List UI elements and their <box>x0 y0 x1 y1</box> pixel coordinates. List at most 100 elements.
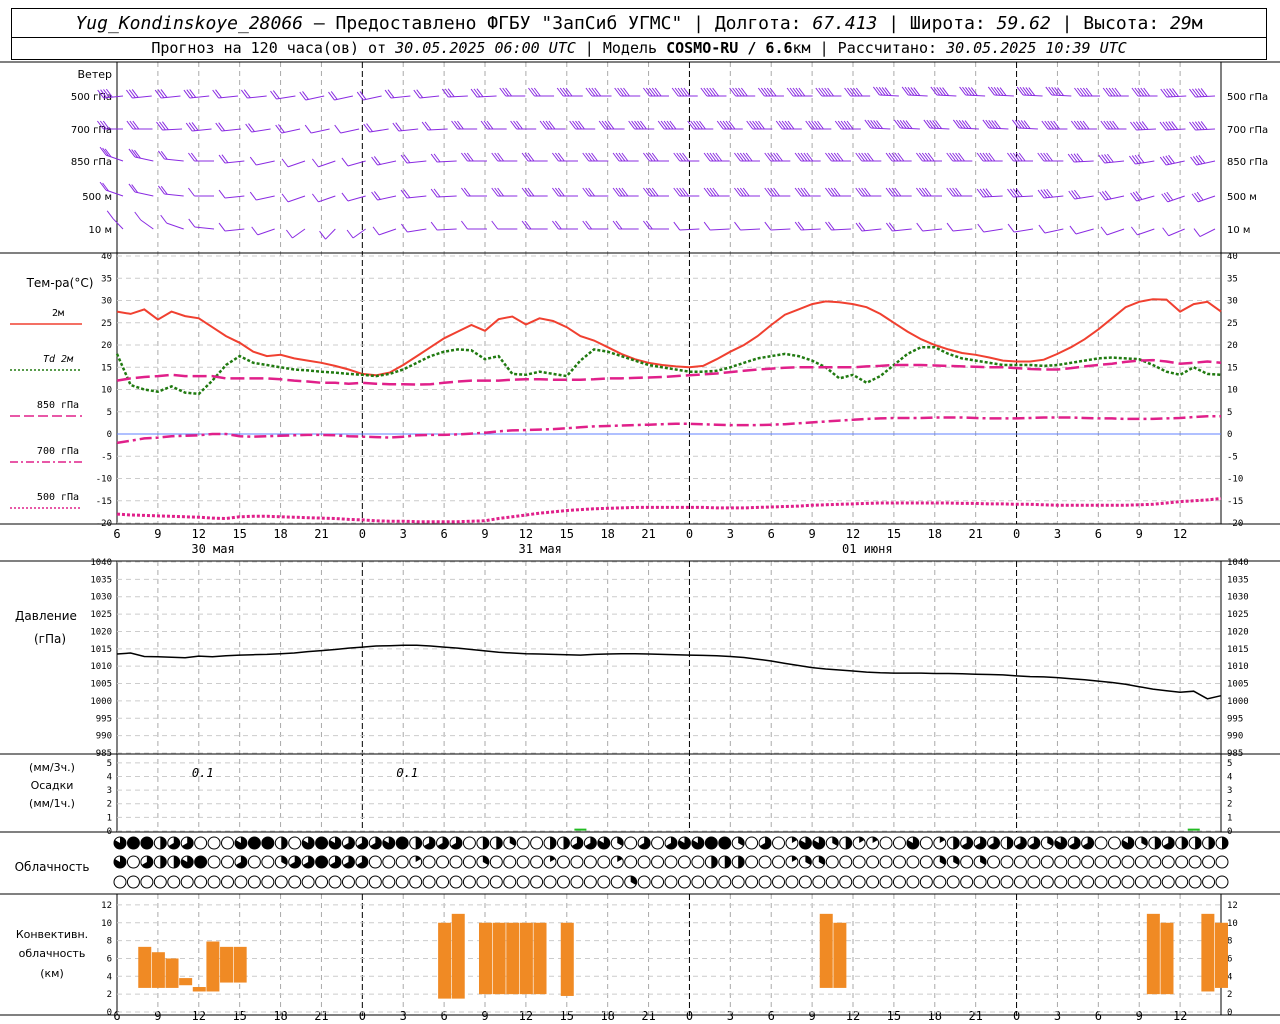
wind-barb-flag <box>186 89 194 99</box>
wind-barb-shaft <box>378 228 397 236</box>
wind-barb-flag <box>615 187 623 197</box>
wind-barb-flag <box>787 120 795 130</box>
wind-barb <box>491 152 518 162</box>
wind-barb-flag <box>281 158 289 168</box>
wind-barb <box>734 187 760 197</box>
wind-barb <box>734 152 760 162</box>
wind-barb-flag <box>935 120 942 129</box>
wind-barb-flag <box>454 120 461 130</box>
wind-barb-flag <box>542 120 550 130</box>
wind-barb-flag <box>1018 152 1026 162</box>
conv-ytick-right: 12 <box>1227 901 1238 911</box>
wind-barb-flag <box>521 152 529 162</box>
wind-barb-flag <box>1132 191 1140 201</box>
wind-barb-flag <box>243 89 251 99</box>
wind-barb-flag <box>249 191 257 201</box>
wind-barb <box>499 87 526 97</box>
conv-bar <box>506 922 520 995</box>
wind-barb-flag <box>134 211 142 221</box>
cloud-circle <box>731 875 745 889</box>
wind-barb-flag <box>682 152 689 162</box>
cloud-cover-icon <box>530 875 544 889</box>
wind-barb-flag <box>1138 121 1146 130</box>
cloud-cover-icon <box>1188 875 1202 889</box>
cloud-circle <box>167 875 181 889</box>
wind-barb <box>156 121 183 131</box>
wind-barb <box>614 87 641 97</box>
cloud-circle <box>395 855 409 869</box>
cloud-circle <box>879 836 893 850</box>
cloud-circle <box>530 875 544 889</box>
cloud-cover-icon <box>772 855 786 869</box>
wind-barb-flag <box>666 120 674 130</box>
cloud-cover-icon <box>355 855 369 869</box>
wind-barb-flag <box>645 187 653 197</box>
cloud-cover-icon <box>691 855 705 869</box>
wind-barb <box>460 220 487 230</box>
cloud-fill-full <box>705 837 718 849</box>
precip-ytick-right: 4 <box>1227 772 1232 782</box>
cloud-cover-icon <box>409 836 423 850</box>
precip-ytick-left: 1 <box>107 813 112 823</box>
cloud-cover-icon <box>1027 836 1041 850</box>
cloud-circle <box>866 875 880 889</box>
cloud-cover-icon <box>301 855 315 869</box>
wind-barb <box>128 183 154 197</box>
wind-barb-flag <box>363 123 371 133</box>
wind-barb-flag <box>794 187 802 197</box>
cloud-cover-icon <box>1000 855 1014 869</box>
wind-barb <box>183 89 210 99</box>
wind-barb-flag <box>942 87 949 96</box>
wind-barb-flag <box>248 123 255 132</box>
wind-barb-flag <box>794 221 802 231</box>
wind-barb-flag <box>557 152 565 162</box>
pressure-ytick-right: 1040 <box>1227 558 1249 568</box>
temp-series-line <box>116 358 1222 386</box>
x-tick-label-top: 12 <box>519 527 533 541</box>
wind-barb-flag <box>1200 88 1208 97</box>
wind-barb-flag <box>905 120 913 129</box>
cloud-circle <box>852 855 866 869</box>
cloud-cover-icon <box>973 855 987 869</box>
wind-barb <box>825 187 851 197</box>
wind-barb-flag <box>510 120 517 130</box>
wind-barb-flag <box>460 220 468 230</box>
wind-barb <box>612 187 639 197</box>
wind-barb <box>281 158 306 168</box>
wind-barb-shaft <box>311 128 330 134</box>
wind-barb-flag <box>987 86 995 96</box>
cloud-cover-icon <box>422 875 436 889</box>
cloud-cover-icon <box>462 875 476 889</box>
cloud-fill-sector <box>1181 837 1188 849</box>
wind-barb-flag <box>463 187 471 197</box>
wind-barb-flag <box>739 152 747 162</box>
wind-barb-shaft <box>347 160 366 167</box>
wind-barb-flag <box>855 87 863 97</box>
wind-barb <box>157 185 184 197</box>
x-tick-label-top: 0 <box>686 527 693 541</box>
cloud-circle <box>772 836 786 850</box>
wind-barb-flag <box>970 87 978 96</box>
wind-barb-flag <box>1025 87 1033 96</box>
wind-barb-flag <box>767 187 775 197</box>
cloud-circle <box>691 855 705 869</box>
wind-barb-flag <box>1194 121 1202 131</box>
wind-barb-flag <box>1100 226 1108 236</box>
wind-barb-flag <box>132 120 140 130</box>
legend-label: 700 гПа <box>37 446 79 457</box>
wind-barb <box>1100 120 1127 130</box>
wind-barb-flag <box>855 222 863 232</box>
cloud-cover-icon <box>651 836 665 850</box>
cloud-cover-icon <box>664 836 678 850</box>
cloud-circle <box>1067 855 1081 869</box>
wind-barb-flag <box>939 87 947 96</box>
wind-barb-flag <box>709 152 717 162</box>
legend-label: Td 2м <box>43 354 74 365</box>
cloud-cover-icon <box>879 836 893 850</box>
cloud-circle <box>221 875 235 889</box>
wind-barb-flag <box>311 193 319 203</box>
cloud-cover-icon <box>247 836 261 850</box>
temp-ytick-left: 20 <box>101 341 112 351</box>
wind-barb-flag <box>1048 86 1056 96</box>
cloud-cover-icon <box>960 855 974 869</box>
